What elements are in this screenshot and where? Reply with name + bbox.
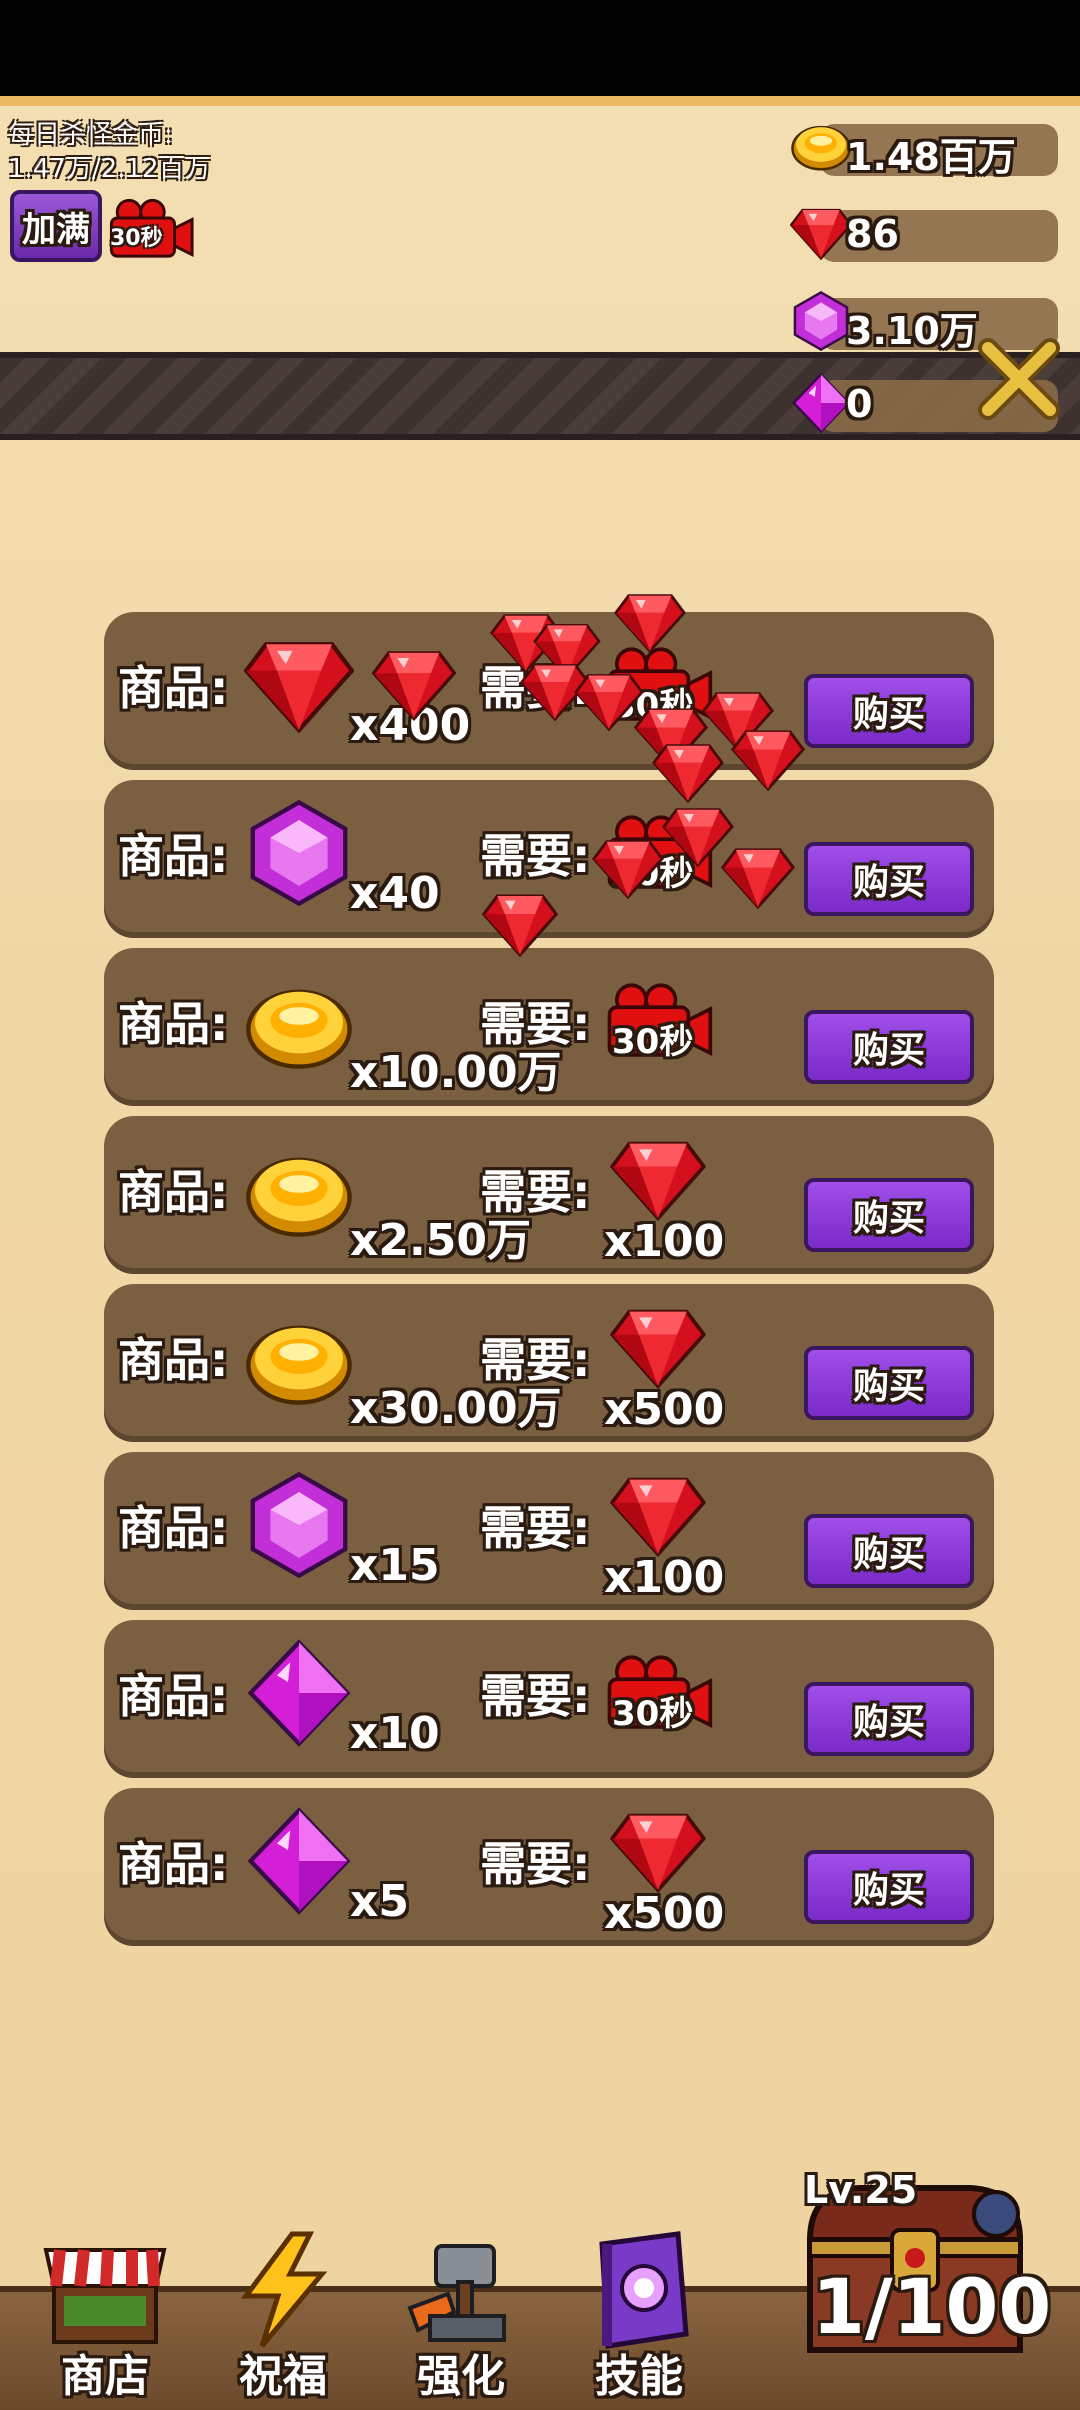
- purple-gem-value: 3.10万: [846, 309, 978, 353]
- nav-upgrade[interactable]: 强化: [386, 2230, 536, 2402]
- item-label: 商品:: [118, 1837, 229, 1891]
- cost-label: 需要:: [480, 1165, 591, 1219]
- video-cost-label: 30秒: [612, 686, 694, 726]
- red-ruby-icon: [790, 202, 852, 264]
- gold-coin-icon: [244, 982, 354, 1072]
- item-quantity: x10: [350, 1708, 440, 1759]
- shop-row: 商品: x40 需要: 30秒 购买: [104, 780, 994, 938]
- red-ruby-icon: [610, 1808, 706, 1894]
- cost-label: 需要:: [480, 829, 591, 883]
- shop-row: 商品: x10 需要: 30秒 购买: [104, 1620, 994, 1778]
- anvil-hammer-icon: [407, 2244, 506, 2342]
- purple-hexagon-gem-icon: [790, 290, 852, 352]
- item-label: 商品:: [118, 661, 229, 715]
- item-quantity: x5: [350, 1876, 409, 1927]
- purple-hexagon-gem-icon: [244, 798, 354, 908]
- red-ruby-icon: [372, 646, 456, 722]
- cost-label: 需要:: [480, 1501, 591, 1555]
- gold-currency: 1.48百万: [790, 120, 1058, 179]
- nav-shop-label: 商店: [61, 2351, 149, 2402]
- cost-label: 需要:: [480, 661, 591, 715]
- buy-button[interactable]: 购买: [804, 1178, 974, 1252]
- item-label: 商品:: [118, 1165, 229, 1219]
- item-label: 商品:: [118, 997, 229, 1051]
- gold-coin-icon: [244, 1318, 354, 1408]
- daily-kill-gold-value: 1.47万/2.12百万: [8, 154, 211, 184]
- pink-diamond-icon: [244, 1638, 354, 1748]
- daily-kill-gold-label: 每日杀怪金币:: [8, 120, 173, 150]
- shop-row: 商品: x5 需要: x500 购买: [104, 1788, 994, 1946]
- cost-quantity: x100: [604, 1216, 725, 1267]
- item-label: 商品:: [118, 1333, 229, 1387]
- shop-row: 商品: x30.00万 需要: x500 购买: [104, 1284, 994, 1442]
- item-quantity: x40: [350, 868, 440, 919]
- pink-diamond-icon: [790, 372, 852, 434]
- cost-label: 需要:: [480, 997, 591, 1051]
- red-ruby-icon: [244, 630, 354, 740]
- cost-quantity: x500: [604, 1384, 725, 1435]
- purple-hexagon-gem-icon: [244, 1470, 354, 1580]
- ruby-currency: 86: [790, 206, 1058, 262]
- video-cost-label: 30秒: [612, 1694, 694, 1734]
- red-ruby-icon: [610, 1304, 706, 1390]
- red-ruby-icon: [610, 1472, 706, 1558]
- buy-button[interactable]: 购买: [804, 842, 974, 916]
- shop-row: 商品: x10.00万 需要: 30秒 购买: [104, 948, 994, 1106]
- nav-blessing-label: 祝福: [239, 2351, 327, 2402]
- buy-button[interactable]: 购买: [804, 674, 974, 748]
- red-ruby-icon: [610, 1136, 706, 1222]
- cost-label: 需要:: [480, 1837, 591, 1891]
- video-cost-label: 30秒: [612, 854, 694, 894]
- shop-row: 商品: x15 需要: x100 购买: [104, 1452, 994, 1610]
- chest-capacity: 1/100: [812, 2262, 1052, 2351]
- ruby-value: 86: [846, 212, 899, 256]
- close-button[interactable]: [976, 336, 1062, 422]
- watch-video-small-button[interactable]: 30秒: [106, 196, 196, 262]
- item-label: 商品:: [118, 1669, 229, 1723]
- cost-quantity: x100: [604, 1552, 725, 1603]
- pink-diamond-value: 0: [846, 382, 873, 426]
- nav-upgrade-label: 强化: [417, 2351, 505, 2402]
- daily-kill-gold: 每日杀怪金币: 1.47万/2.12百万: [8, 118, 211, 186]
- shop-row: 商品: x400 需要: 30秒 购买: [104, 612, 994, 770]
- nav-shop[interactable]: 商店: [30, 2230, 180, 2402]
- buy-button[interactable]: 购买: [804, 1514, 974, 1588]
- nav-skills-label: 技能: [595, 2351, 683, 2402]
- video-cost-label: 30秒: [612, 1022, 694, 1062]
- gold-coin-icon: [790, 116, 852, 178]
- buy-button[interactable]: 购买: [804, 1682, 974, 1756]
- spell-book-icon: [599, 2231, 689, 2349]
- shop-row: 商品: x2.50万 需要: x100 购买: [104, 1116, 994, 1274]
- gold-coin-icon: [244, 1150, 354, 1240]
- item-label: 商品:: [118, 829, 229, 883]
- buy-button[interactable]: 购买: [804, 1850, 974, 1924]
- shop-stall-icon: [43, 2248, 167, 2344]
- cost-quantity: x500: [604, 1888, 725, 1939]
- buy-button[interactable]: 购买: [804, 1346, 974, 1420]
- buy-button[interactable]: 购买: [804, 1010, 974, 1084]
- video-small-label: 30秒: [110, 226, 163, 251]
- fill-up-button[interactable]: 加满: [10, 190, 102, 262]
- cost-label: 需要:: [480, 1669, 591, 1723]
- chest-level: Lv.25: [804, 2168, 918, 2212]
- nav-skills[interactable]: 技能: [564, 2230, 714, 2402]
- pink-diamond-icon: [244, 1806, 354, 1916]
- status-bar: [0, 0, 1080, 96]
- item-quantity: x15: [350, 1540, 440, 1591]
- lightning-bolt-icon: [241, 2231, 328, 2348]
- gold-value: 1.48百万: [846, 135, 1016, 179]
- close-icon: [978, 338, 1060, 420]
- item-label: 商品:: [118, 1501, 229, 1555]
- cost-label: 需要:: [480, 1333, 591, 1387]
- nav-blessing[interactable]: 祝福: [208, 2230, 358, 2402]
